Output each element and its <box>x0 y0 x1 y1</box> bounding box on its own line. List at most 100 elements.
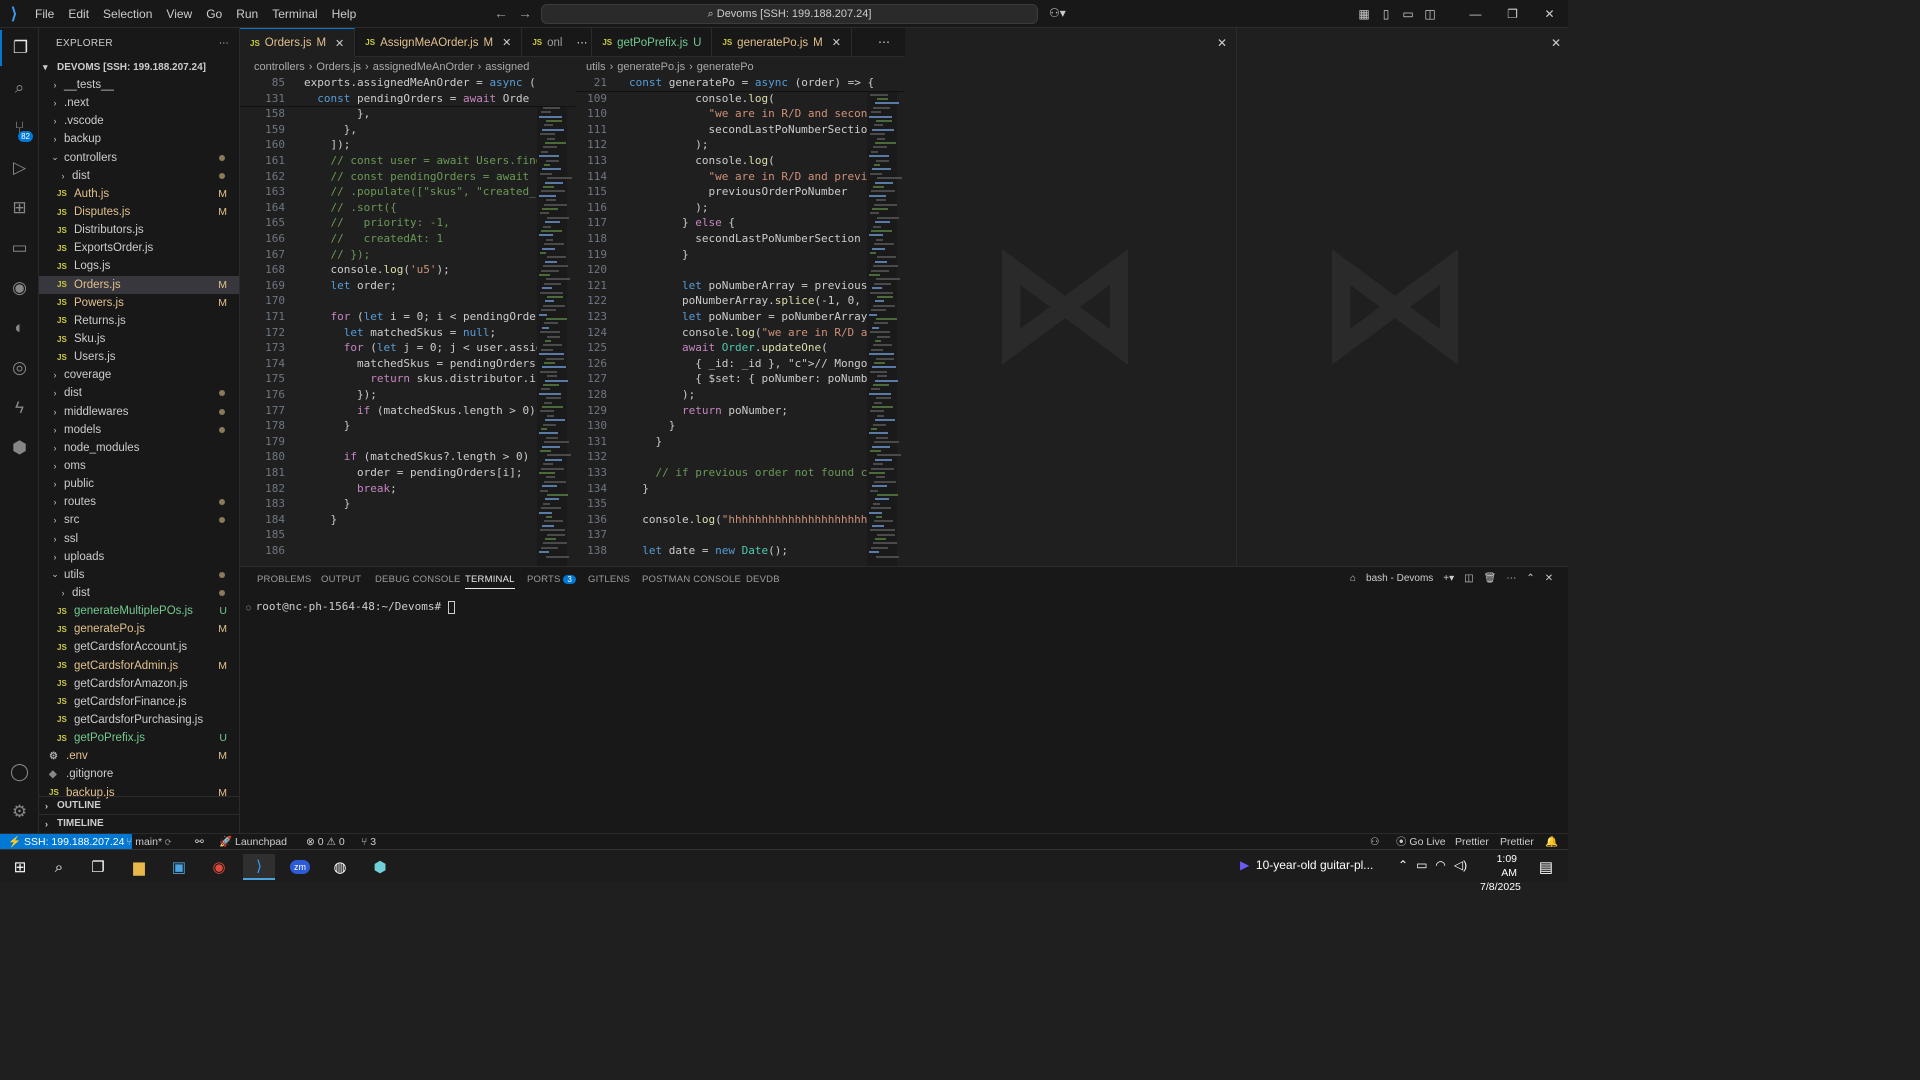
problems-item[interactable]: ⊗ 0 ⚠ 0 <box>306 834 345 850</box>
kill-terminal-icon[interactable]: 🗑 <box>1484 573 1497 584</box>
zoom-icon[interactable]: zm <box>284 854 316 880</box>
menu-item-view[interactable]: View <box>159 0 199 28</box>
toggle-secondary-sidebar-icon[interactable]: ◫ <box>1419 7 1441 21</box>
folder-item[interactable]: › __tests__ <box>39 76 239 94</box>
postman-icon[interactable]: ◐ <box>0 310 39 346</box>
folder-item[interactable]: › backup <box>39 130 239 148</box>
timeline-section[interactable]: › TIMELINE <box>39 814 240 832</box>
code-line[interactable]: 168 console.log('u5'); <box>240 263 575 279</box>
folder-item[interactable]: › .next <box>39 94 239 112</box>
code-line[interactable]: 160 ]); <box>240 138 575 154</box>
split-terminal-icon[interactable]: ◫ <box>1464 573 1473 584</box>
code-line[interactable]: 136 console.log("hhhhhhhhhhhhhhhhhhhhh <box>575 513 905 529</box>
code-line[interactable]: 118 secondLastPoNumberSection <box>575 232 905 248</box>
store-icon[interactable]: ▣ <box>163 854 195 880</box>
code-line[interactable]: 125 await Order.updateOne( <box>575 341 905 357</box>
vscode-taskbar-icon[interactable]: ⟩ <box>243 854 275 880</box>
code-line[interactable]: 159 }, <box>240 123 575 139</box>
breadcrumb-item[interactable]: controllers <box>254 61 305 73</box>
devtool-icon[interactable]: ⬢ <box>364 854 396 880</box>
menu-item-run[interactable]: Run <box>229 0 265 28</box>
chrome-icon[interactable]: ◉ <box>203 854 235 880</box>
file-item[interactable]: JS Distributors.js <box>39 221 239 239</box>
code-line[interactable]: 161 // const user = await Users.find <box>240 154 575 170</box>
folder-item[interactable]: › coverage <box>39 366 239 384</box>
code-line[interactable]: 167 // }); <box>240 248 575 264</box>
run-debug-icon[interactable]: ▷ <box>0 150 39 186</box>
file-item[interactable]: JS Users.js <box>39 348 239 366</box>
file-item[interactable]: JS generatePo.js M <box>39 620 239 638</box>
back-arrow-icon[interactable]: ← <box>494 5 508 21</box>
code-line[interactable]: 119 } <box>575 248 905 264</box>
settings-gear-icon[interactable]: ⚙ <box>0 794 39 830</box>
folder-item[interactable]: › models <box>39 421 239 439</box>
close-secondary-icon[interactable]: ✕ <box>1217 36 1227 50</box>
prettier-item-2[interactable]: Prettier <box>1500 834 1534 850</box>
folder-item[interactable]: ⌄ controllers <box>39 149 239 167</box>
file-item[interactable]: ⚙ .env M <box>39 747 239 765</box>
panel-tab-devdb[interactable]: DEVDB <box>746 574 780 585</box>
code-line[interactable]: 162 // const pendingOrders = await ( <box>240 170 575 186</box>
folder-item[interactable]: › dist <box>39 384 239 402</box>
code-line[interactable]: 112 ); <box>575 138 905 154</box>
code-line[interactable]: 173 for (let j = 0; j < user.assig <box>240 341 575 357</box>
code-line[interactable]: 122 poNumberArray.splice(-1, 0, <box>575 294 905 310</box>
code-line[interactable]: 178 } <box>240 419 575 435</box>
code-line[interactable]: 172 let matchedSkus = null; <box>240 326 575 342</box>
close-window-icon[interactable]: ✕ <box>1531 7 1568 21</box>
folder-item[interactable]: › routes <box>39 493 239 511</box>
file-item[interactable]: JS getPoPrefix.js U <box>39 729 239 747</box>
code-line[interactable]: 138 let date = new Date(); <box>575 544 905 560</box>
code-line[interactable]: 184 } <box>240 513 575 529</box>
explorer-icon[interactable]: ❐ <box>0 30 39 66</box>
panel-tab-ports[interactable]: PORTS 3 <box>527 574 577 585</box>
file-item[interactable]: JS Orders.js M <box>39 275 239 294</box>
media-widget[interactable]: ▶ 10-year-old guitar-pl... <box>1240 858 1373 872</box>
wifi-icon[interactable]: ◠ <box>1435 858 1445 872</box>
sticky-scroll-line[interactable]: 131 const pendingOrders = await Orde <box>240 91 575 108</box>
code-line[interactable]: 158 }, <box>240 107 575 123</box>
menu-item-selection[interactable]: Selection <box>96 0 159 28</box>
terminal-output[interactable]: ○ root@nc-ph-1564-48:~/Devoms# <box>246 600 455 614</box>
code-line[interactable]: 163 // .populate(["skus", "created_ <box>240 185 575 201</box>
copilot-icon[interactable]: ⚇▾ <box>1049 6 1066 20</box>
tab-more-actions-icon[interactable]: ⋯ <box>878 35 890 49</box>
close-tab-icon[interactable]: ✕ <box>502 36 511 49</box>
code-line[interactable]: 175 return skus.distributor.i <box>240 372 575 388</box>
code-line[interactable]: 186 <box>240 544 575 560</box>
breadcrumb-item[interactable]: utils <box>586 61 606 73</box>
code-line[interactable]: 171 for (let i = 0; i < pendingOrde <box>240 310 575 326</box>
editor-tab[interactable]: JS generatePo.js M ✕ <box>712 28 852 57</box>
file-item[interactable]: ◆ .gitignore <box>39 765 239 783</box>
code-line[interactable]: 133 // if previous order not found c <box>575 466 905 482</box>
minimap[interactable] <box>867 76 902 566</box>
file-item[interactable]: JS Powers.js M <box>39 294 239 312</box>
code-line[interactable]: 111 secondLastPoNumberSectio <box>575 123 905 139</box>
notification-center-icon[interactable]: ▤ <box>1530 854 1562 880</box>
extensions-icon[interactable]: ⊞ <box>0 190 39 226</box>
search-view-icon[interactable]: ⌕ <box>0 70 39 106</box>
remote-explorer-icon[interactable]: ▭ <box>0 230 39 266</box>
outline-section[interactable]: › OUTLINE <box>39 796 240 814</box>
code-line[interactable]: 115 previousOrderPoNumber <box>575 185 905 201</box>
folder-item[interactable]: › dist <box>39 584 239 602</box>
toggle-panel-icon[interactable]: ▭ <box>1397 7 1419 21</box>
panel-tab-postman-console[interactable]: POSTMAN CONSOLE <box>642 574 741 585</box>
terminal-name[interactable]: bash - Devoms <box>1366 573 1433 584</box>
maximize-panel-icon[interactable]: ⌃ <box>1526 573 1534 584</box>
code-line[interactable]: 131 } <box>575 435 905 451</box>
remote-indicator[interactable]: ⚡ SSH: 199.188.207.24 <box>0 834 133 850</box>
workspace-root[interactable]: ▾ DEVOMS [SSH: 199.188.207.24] <box>39 58 239 76</box>
minimize-icon[interactable]: — <box>1457 7 1494 21</box>
code-line[interactable]: 165 // priority: -1, <box>240 216 575 232</box>
editor-tab[interactable]: JS getPoPrefix.js U <box>592 28 713 57</box>
more-actions-icon[interactable]: ⋯ <box>219 38 229 49</box>
editor-tab[interactable]: JS Orders.js M ✕ <box>240 28 356 57</box>
folder-item[interactable]: › oms <box>39 457 239 475</box>
code-line[interactable]: 129 return poNumber; <box>575 404 905 420</box>
folder-item[interactable]: › dist <box>39 167 239 185</box>
code-line[interactable]: 117 } else { <box>575 216 905 232</box>
close-tab-icon[interactable]: ✕ <box>832 36 841 49</box>
panel-tab-problems[interactable]: PROBLEMS <box>257 574 311 585</box>
code-line[interactable]: 181 order = pendingOrders[i]; <box>240 466 575 482</box>
